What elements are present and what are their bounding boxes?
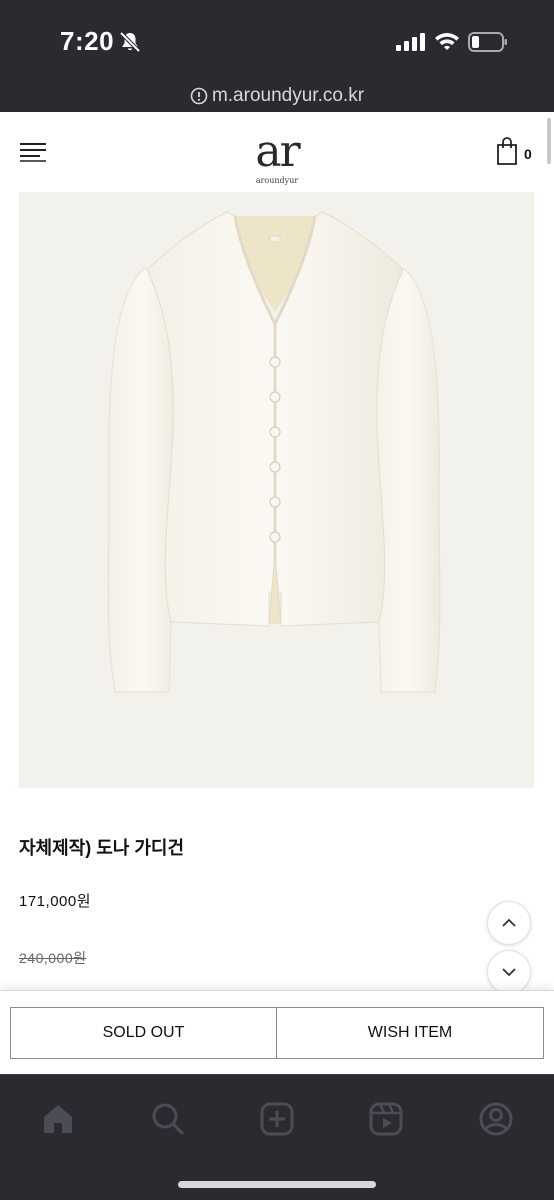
shopping-bag-icon[interactable] [496, 136, 518, 166]
cart-count: 0 [524, 146, 532, 162]
battery-icon [468, 32, 507, 52]
url-text: m.aroundyur.co.kr [211, 85, 365, 106]
profile-icon[interactable] [478, 1101, 514, 1137]
cellular-signal-icon [396, 33, 425, 51]
chevron-up-icon [502, 918, 516, 927]
reels-icon[interactable] [368, 1101, 404, 1137]
logo-mark: ar [255, 126, 300, 177]
scroll-up-button[interactable] [487, 901, 531, 945]
add-icon[interactable] [259, 1101, 295, 1137]
original-price: 240,000원 [19, 950, 87, 966]
page-scrollbar[interactable] [547, 118, 551, 164]
screen: 7:20 m.aroundyur.co.kr ar aroundyur 0 자체… [0, 0, 554, 1200]
home-icon[interactable] [40, 1101, 76, 1137]
product-name: 자체제작) 도나 가디건 [19, 838, 185, 858]
sold-out-button[interactable]: SOLD OUT [10, 1007, 277, 1059]
purchase-action-bar: SOLD OUT WISH ITEM [0, 990, 554, 1074]
status-time: 7:20 [60, 26, 115, 56]
cardigan-illustration [107, 211, 441, 693]
hamburger-menu-icon[interactable] [20, 142, 46, 162]
search-icon[interactable] [150, 1101, 186, 1137]
sale-price: 171,000원 [19, 893, 92, 910]
bell-muted-icon [119, 31, 141, 53]
scroll-down-button[interactable] [487, 950, 531, 994]
home-indicator[interactable] [178, 1181, 376, 1188]
wifi-icon [435, 33, 459, 50]
address-bar[interactable]: m.aroundyur.co.kr [0, 80, 554, 112]
chevron-down-icon [502, 968, 516, 977]
wish-item-button[interactable]: WISH ITEM [277, 1007, 544, 1059]
status-bar: 7:20 [0, 0, 554, 80]
web-page: ar aroundyur 0 자체제작) 도나 가디건 171,000원 240… [0, 112, 554, 1074]
site-logo[interactable]: ar aroundyur [227, 126, 327, 186]
product-image[interactable] [19, 192, 534, 788]
info-icon [190, 87, 208, 105]
logo-wordmark: aroundyur [255, 176, 299, 185]
